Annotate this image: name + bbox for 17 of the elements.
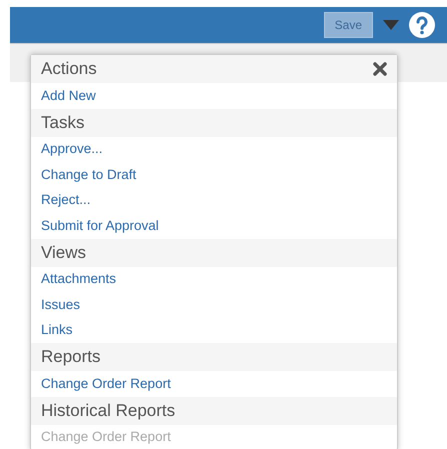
section-title: Reports [41,346,101,368]
menu-item[interactable]: Change Order Report [41,374,171,394]
help-icon[interactable] [409,12,435,38]
menu-item[interactable]: Submit for Approval [41,216,159,236]
section-title: Historical Reports [41,400,176,422]
section-title: Actions [41,58,97,80]
menu-item[interactable]: Reject... [41,190,91,210]
dropdown-caret-icon[interactable] [383,20,399,30]
menu-item[interactable]: Approve... [41,139,103,160]
section-title: Tasks [41,112,84,134]
menu-item[interactable]: Attachments [41,269,116,290]
section-title: Views [41,242,86,264]
menu-item[interactable]: Links [41,320,73,340]
menu-item[interactable]: Issues [41,294,80,315]
menu-item[interactable]: Add New [41,86,96,106]
close-icon[interactable] [373,62,387,76]
menu-item[interactable]: Change to Draft [41,164,136,185]
